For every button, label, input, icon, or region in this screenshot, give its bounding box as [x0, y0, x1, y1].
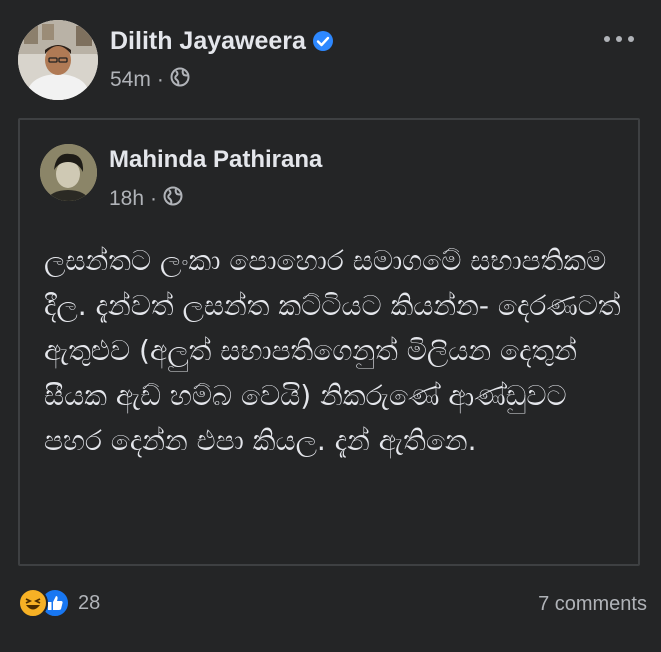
verified-badge-icon: [312, 30, 334, 59]
post-footer: 28 7 comments: [18, 588, 647, 624]
author-avatar[interactable]: [18, 20, 98, 100]
more-options-icon[interactable]: [601, 28, 637, 50]
comments-count[interactable]: 7 comments: [538, 593, 647, 616]
globe-icon: [170, 67, 190, 93]
meta-separator: ·: [150, 187, 158, 210]
author-name[interactable]: Dilith Jayaweera: [110, 27, 334, 59]
author-name-text[interactable]: Dilith Jayaweera: [110, 27, 306, 55]
shared-author-name[interactable]: Mahinda Pathirana: [109, 146, 322, 174]
reaction-count[interactable]: 28: [78, 592, 100, 615]
reactions-summary[interactable]: 28: [18, 588, 100, 618]
shared-post-time[interactable]: 18h: [109, 187, 144, 211]
facebook-post: Dilith Jayaweera 54m · Mahinda Pathirana…: [0, 0, 661, 652]
post-header: Dilith Jayaweera 54m ·: [18, 20, 643, 100]
meta-separator: ·: [156, 68, 164, 91]
shared-post[interactable]: Mahinda Pathirana 18h · ලසන්තට ලංකා පොහො…: [18, 118, 640, 566]
post-meta: 54m ·: [110, 67, 190, 93]
shared-post-meta: 18h ·: [109, 186, 183, 212]
post-time[interactable]: 54m: [110, 68, 151, 92]
shared-post-text: ලසන්තට ලංකා පොහොර සමාගමේ සභාපතිකම දීල. ද…: [44, 244, 621, 457]
shared-author-avatar[interactable]: [40, 144, 97, 201]
globe-icon: [163, 186, 183, 212]
haha-reaction-icon: [18, 588, 48, 618]
